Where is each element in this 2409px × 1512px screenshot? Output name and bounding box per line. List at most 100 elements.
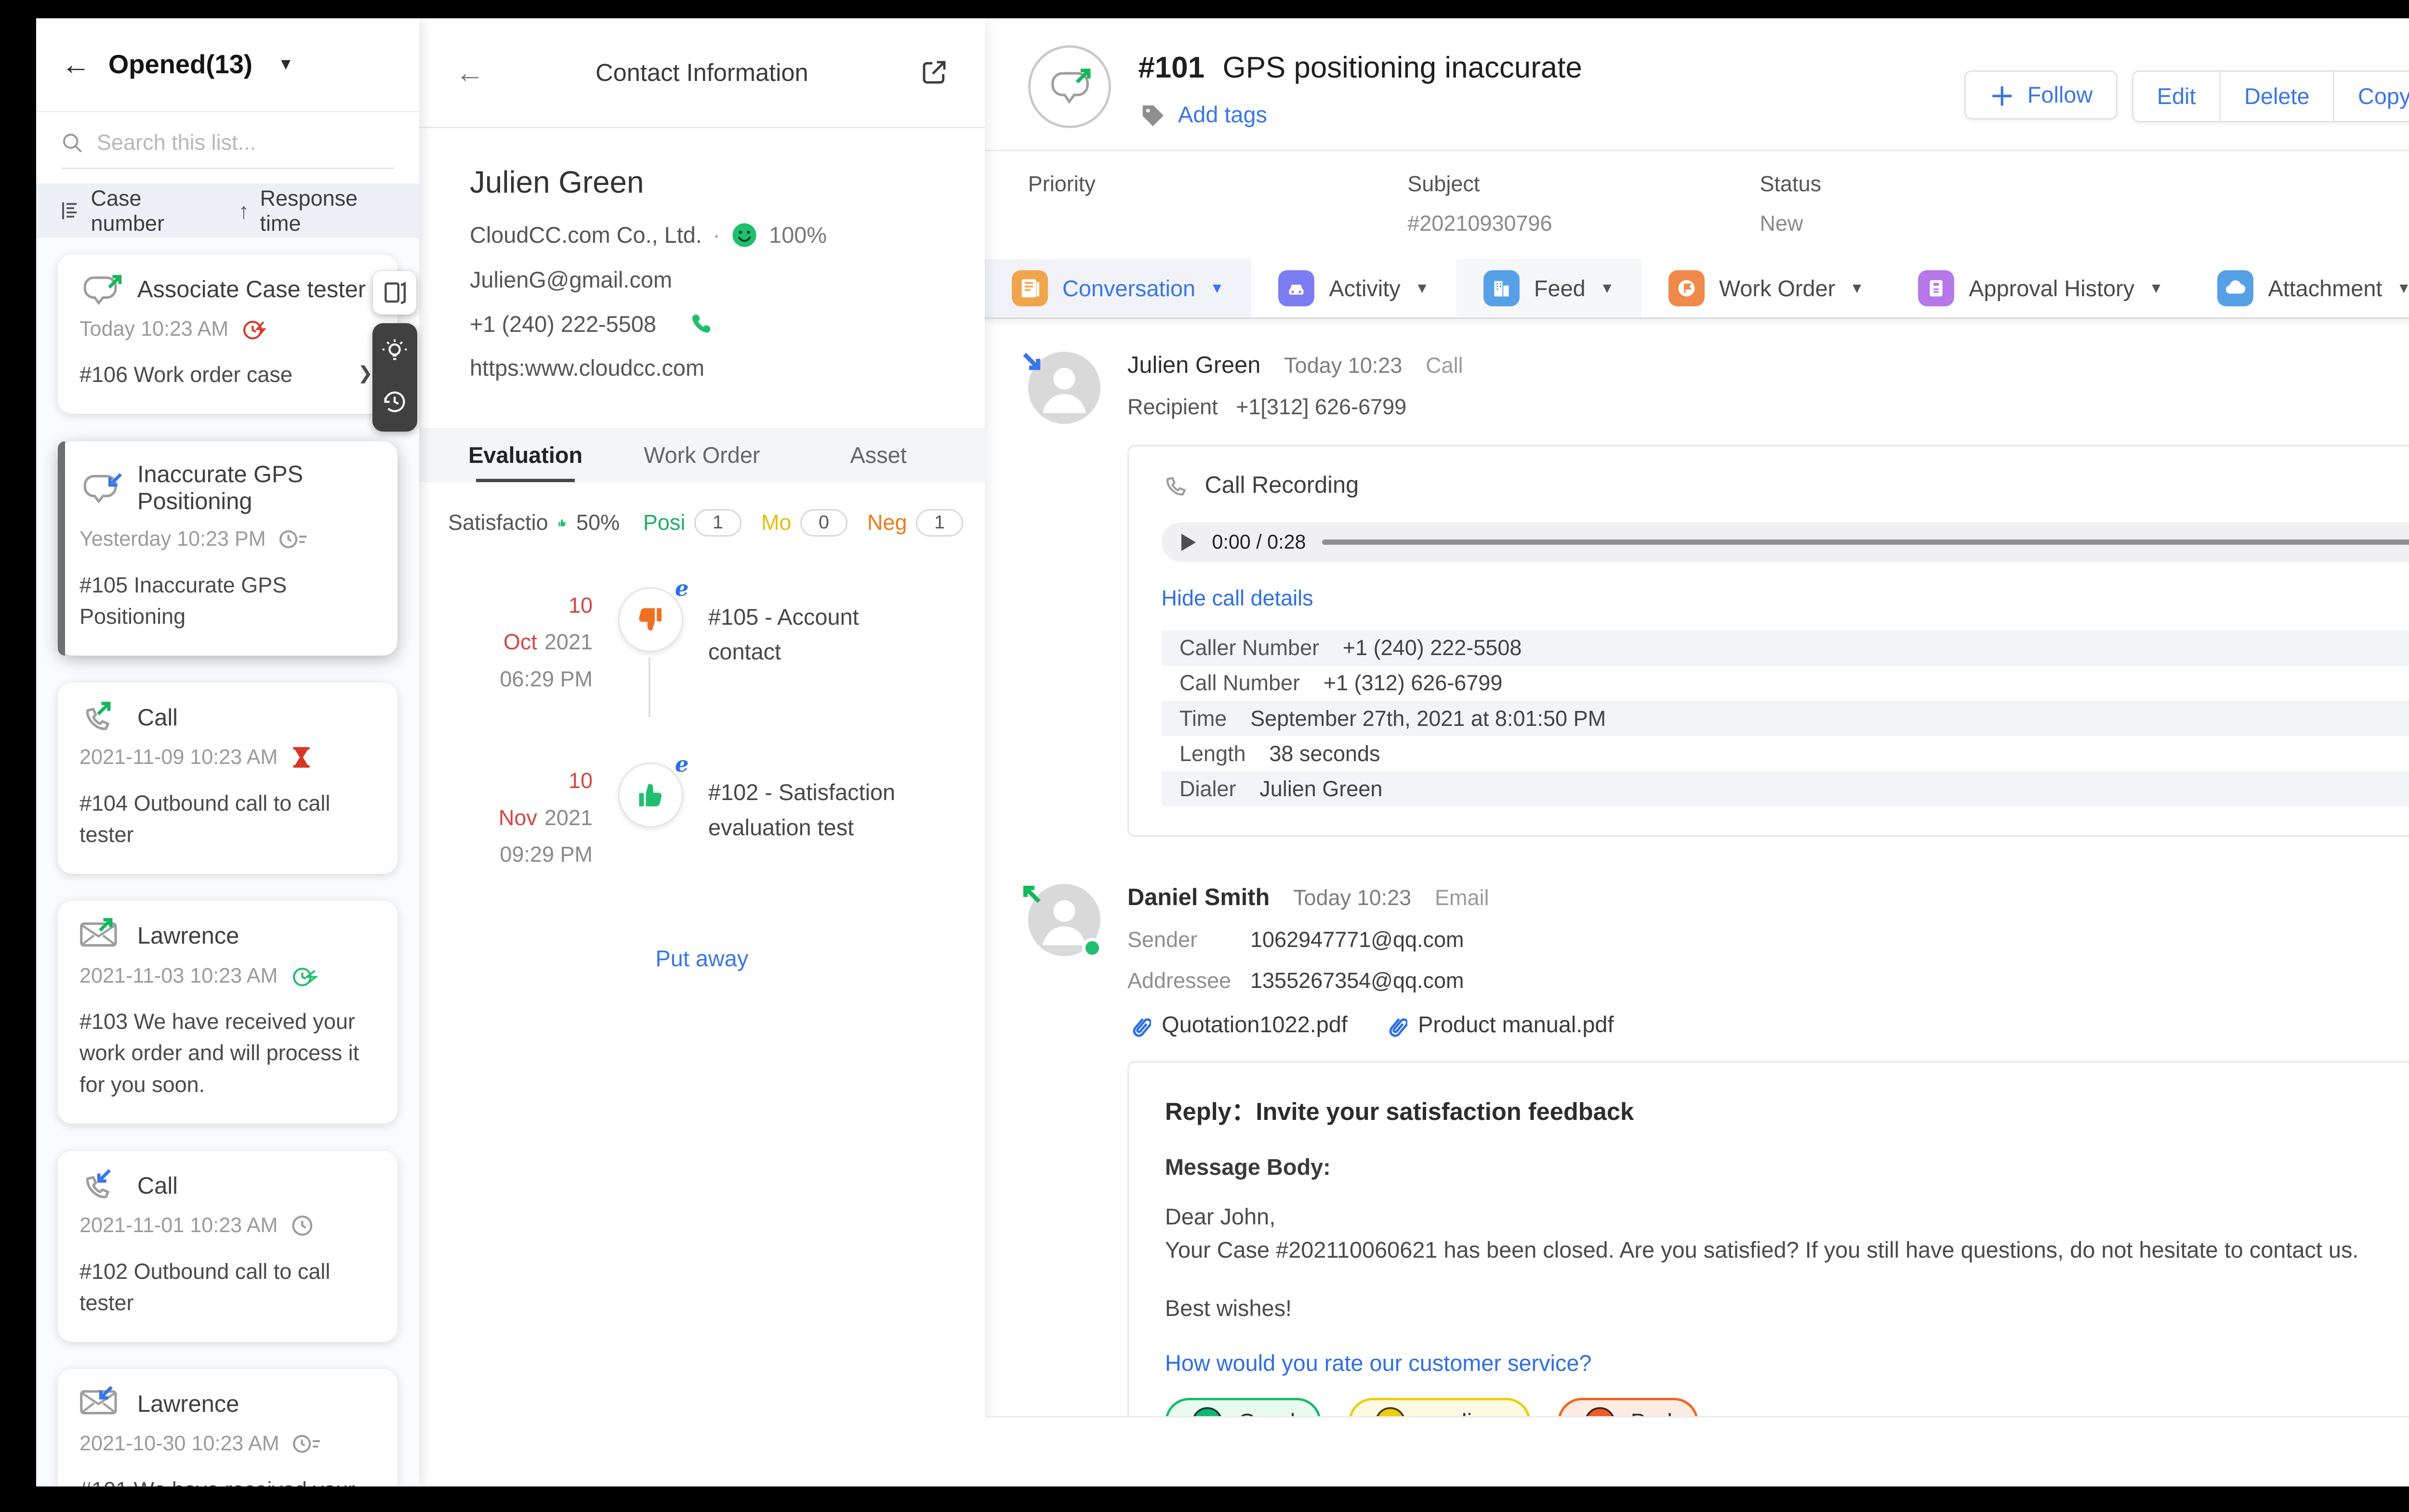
call-recording-card: Call Recording 0:00 / 0:28 Hide call det… [1127, 445, 2409, 837]
lightbulb-icon[interactable] [381, 338, 408, 365]
kanban-view-button[interactable] [373, 271, 416, 315]
tab-activity[interactable]: Activity▼ [1251, 259, 1456, 317]
case-avatar [1028, 45, 1112, 129]
rate-good-button[interactable]: Good [1165, 1398, 1321, 1416]
follow-button[interactable]: ＋Follow [1964, 70, 2118, 119]
case-card-102[interactable]: Call 2021-11-01 10:23 AM #102 Outbound c… [58, 1151, 397, 1342]
history-clock-icon[interactable] [381, 388, 408, 415]
collapse-chevron-icon[interactable]: ❯ [358, 362, 373, 383]
evaluation-node[interactable]: e [618, 587, 683, 652]
tab-conversation[interactable]: Conversation▼ [985, 259, 1251, 317]
call-phone-icon[interactable] [688, 311, 714, 337]
field-label: Priority [1028, 171, 1408, 197]
entry-author[interactable]: Julien Green [1127, 352, 1260, 379]
addressee-value: 1355267354@qq.com [1250, 968, 1464, 993]
search-input[interactable] [97, 130, 394, 155]
avatar [1028, 352, 1100, 424]
recipient-label: Recipient [1127, 394, 1218, 420]
plus-icon: ＋ [1989, 77, 2015, 113]
chevron-down-icon[interactable]: ▼ [278, 55, 294, 74]
moderate-count: 0 [800, 509, 847, 536]
back-icon[interactable]: ← [455, 56, 484, 89]
tab-work-order[interactable]: Work Order▼ [1641, 259, 1891, 317]
back-icon[interactable]: ← [62, 48, 91, 81]
case-card-103[interactable]: Lawrence 2021-11-03 10:23 AM #103 We hav… [58, 901, 397, 1123]
contact-panel-title: Contact Information [484, 58, 920, 87]
positive-count: 1 [694, 509, 741, 536]
contact-website[interactable]: https:www.cloudcc.com [470, 355, 704, 381]
delete-button[interactable]: Delete [2219, 72, 2333, 120]
kanban-card-icon [382, 280, 408, 305]
copy-button[interactable]: Copy [2333, 72, 2409, 120]
put-away-link[interactable]: Put away [419, 946, 985, 972]
sort-secondary-label[interactable]: Response time [260, 186, 396, 236]
attachment-file[interactable]: Quotation1022.pdf [1127, 1012, 1348, 1038]
addressee-label: Addressee [1127, 968, 1232, 993]
contact-email[interactable]: JulienG@gmail.com [470, 267, 672, 293]
phone-icon [1162, 472, 1189, 499]
case-card-106[interactable]: Associate Case tester Today 10:23 AM #10… [58, 254, 397, 414]
rate-bad-button[interactable]: Bad [1558, 1398, 1698, 1416]
online-status-dot [1082, 938, 1102, 958]
field-value: #20210930796 [1407, 211, 1760, 236]
table-row: Caller Number+1 (240) 222-5508 [1162, 631, 2409, 666]
tab-feed[interactable]: Feed▼ [1456, 259, 1641, 317]
open-external-icon[interactable] [920, 58, 949, 87]
edit-button[interactable]: Edit [2133, 72, 2219, 120]
case-card-list: Associate Case tester Today 10:23 AM #10… [36, 238, 419, 1487]
recipient-value: +1[312] 626-6799 [1236, 394, 1406, 420]
timeline-year: 2021 [544, 630, 593, 654]
inbound-arrow-icon [94, 1160, 114, 1193]
timeline-text[interactable]: #105 - Account contact [708, 587, 922, 670]
tab-approval-history[interactable]: Approval History▼ [1891, 259, 2190, 317]
timeline-time: 06:29 PM [481, 661, 593, 698]
timeline-year: 2021 [544, 805, 593, 830]
case-card-101[interactable]: Lawrence 2021-10-30 10:23 AM #101 We hav… [58, 1369, 397, 1486]
search-box[interactable] [62, 130, 394, 169]
list-title[interactable]: Opened(13) [108, 49, 252, 79]
entry-channel: Call [1426, 353, 1463, 378]
attachments: Quotation1022.pdf Product manual.pdf [1127, 1012, 2409, 1038]
email-closing: Best wishes! [1165, 1295, 2409, 1321]
entry-author[interactable]: Daniel Smith [1127, 884, 1270, 911]
chevron-down-icon: ▼ [2149, 280, 2163, 297]
search-icon [62, 131, 83, 155]
table-row: Length38 seconds [1162, 736, 2409, 771]
entry-channel: Email [1435, 885, 1489, 910]
tab-asset[interactable]: Asset [790, 428, 966, 483]
conversation-entry-call: Julien Green Today 10:23 Call Recipient … [1028, 352, 2409, 873]
case-card-105[interactable]: Inaccurate GPS Positioning Yesterday 10:… [58, 441, 397, 656]
sort-ascending-icon[interactable]: ↑ [238, 198, 250, 224]
timeline-text[interactable]: #102 - Satisfaction evaluation test [708, 763, 922, 845]
case-card-title: Inaccurate GPS Positioning [137, 461, 376, 515]
tab-attachment[interactable]: Attachment▼ [2190, 259, 2409, 317]
add-tags-link[interactable]: Add tags [1178, 102, 1267, 128]
hide-call-details-link[interactable]: Hide call details [1162, 586, 2409, 611]
sort-bar[interactable]: Case number ↑ Response time [36, 184, 419, 238]
evaluation-node[interactable]: e [618, 763, 683, 828]
audio-player[interactable]: 0:00 / 0:28 [1162, 522, 2409, 562]
clock-green-icon [291, 964, 318, 988]
phone-icon [79, 702, 119, 733]
audio-progress-bar[interactable] [1322, 539, 2409, 545]
play-icon[interactable] [1181, 534, 1196, 551]
case-list-sidebar: ← Opened(13) ▼ Case number ↑ Response ti… [36, 18, 419, 1487]
entry-time: Today 10:23 [1284, 353, 1402, 378]
satisfaction-label: Satisfactio [448, 510, 548, 535]
hourglass-red-icon [291, 746, 312, 769]
smiley-bad-icon [1584, 1406, 1616, 1416]
tab-evaluation[interactable]: Evaluation [437, 428, 614, 483]
case-card-104[interactable]: Call 2021-11-09 10:23 AM #104 Outbound c… [58, 683, 397, 874]
app-window: ← Opened(13) ▼ Case number ↑ Response ti… [36, 18, 2409, 1487]
chevron-down-icon: ▼ [1600, 280, 1615, 297]
footer-bar: Close Case [985, 1416, 2409, 1486]
attachment-file[interactable]: Product manual.pdf [1384, 1012, 1614, 1038]
case-card-time: Today 10:23 AM [79, 317, 228, 341]
sort-primary-label[interactable]: Case number [91, 186, 213, 236]
tab-work-order[interactable]: Work Order [614, 428, 790, 483]
case-card-title: Associate Case tester [137, 276, 366, 303]
screen: ← Opened(13) ▼ Case number ↑ Response ti… [0, 0, 2409, 1512]
contact-tabs: Evaluation Work Order Asset [419, 428, 985, 483]
rate-medium-button[interactable]: medium [1349, 1398, 1531, 1416]
rating-survey-link[interactable]: How would you rate our customer service? [1165, 1350, 2409, 1376]
